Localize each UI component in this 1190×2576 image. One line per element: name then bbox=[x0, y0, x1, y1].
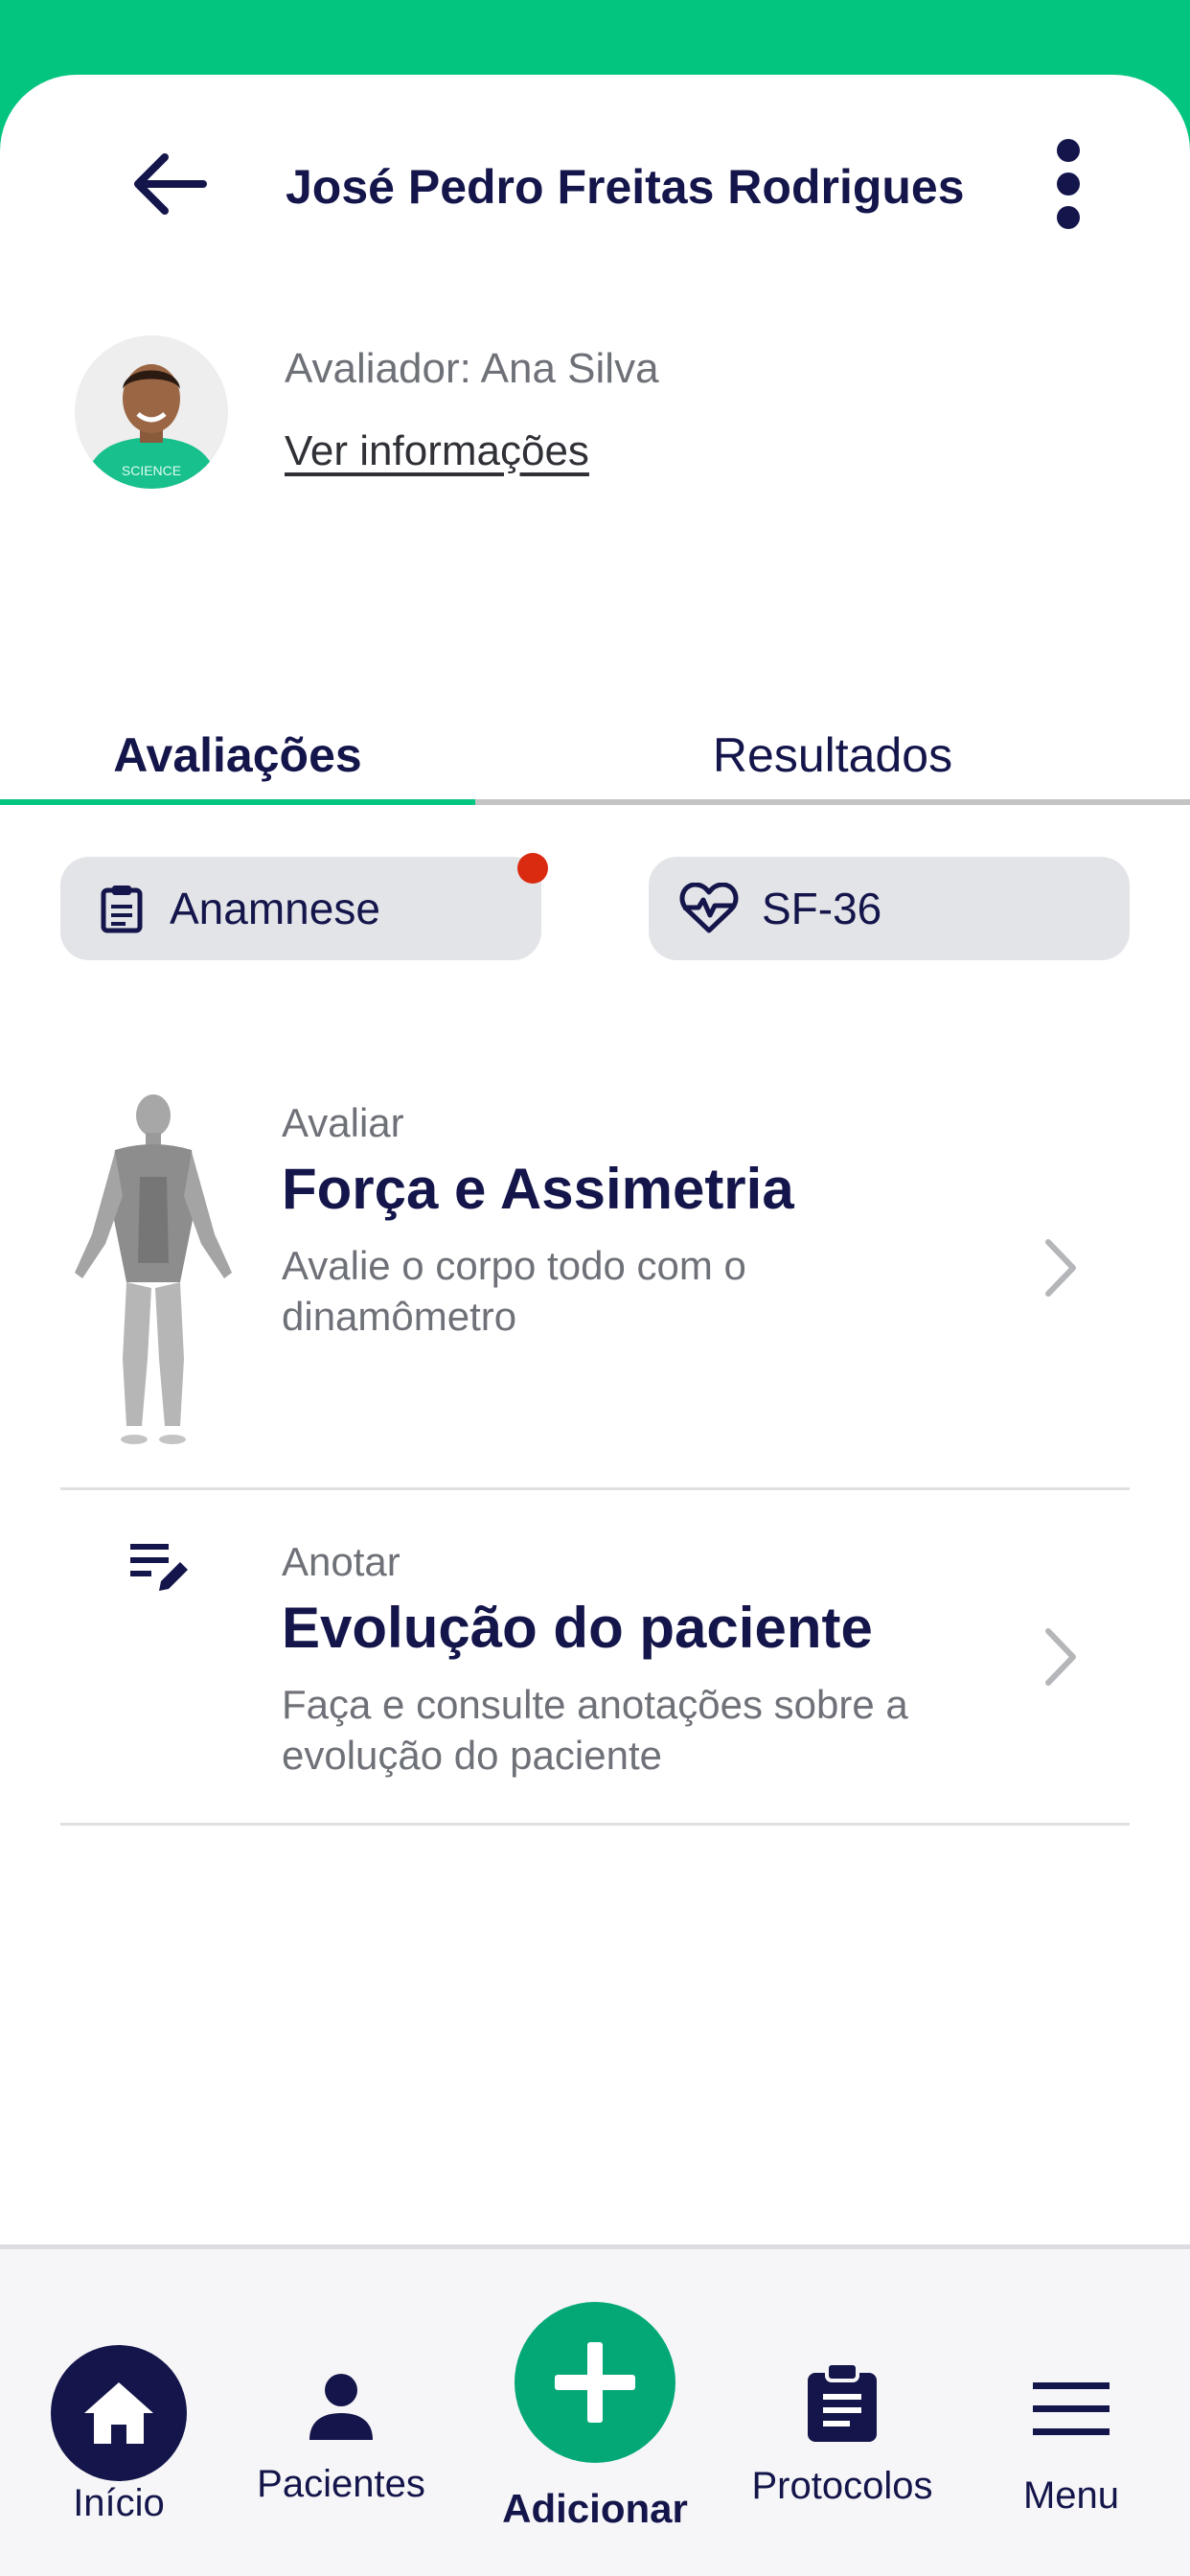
arrow-left-icon bbox=[134, 153, 207, 215]
more-options-button[interactable] bbox=[1044, 134, 1092, 234]
back-button[interactable] bbox=[125, 138, 213, 230]
svg-text:SCIENCE: SCIENCE bbox=[122, 463, 181, 478]
card-divider bbox=[60, 1487, 1130, 1490]
card-divider bbox=[60, 1823, 1130, 1826]
plus-icon bbox=[555, 2342, 635, 2423]
home-icon bbox=[84, 2382, 153, 2444]
nav-label: Pacientes bbox=[257, 2463, 425, 2505]
anamnese-chip[interactable]: Anamnese bbox=[60, 857, 541, 960]
card-description: Faça e consulte anotações sobre a evoluç… bbox=[282, 1682, 908, 1778]
tab-avaliacoes[interactable]: Avaliações bbox=[0, 709, 475, 801]
tab-resultados[interactable]: Resultados bbox=[475, 709, 1190, 801]
nav-label: Protocolos bbox=[751, 2465, 933, 2507]
chip-label: SF-36 bbox=[762, 884, 882, 933]
avatar: SCIENCE bbox=[75, 335, 228, 489]
menu-icon bbox=[1033, 2382, 1110, 2435]
evaluator-name: Avaliador: Ana Silva bbox=[285, 345, 659, 392]
nav-add-label-wrap[interactable]: Adicionar bbox=[490, 2486, 700, 2532]
body-muscles-icon bbox=[75, 1094, 232, 1444]
nav-protocols[interactable]: Protocolos bbox=[742, 2361, 943, 2508]
active-tab-indicator bbox=[0, 799, 475, 805]
chip-label: Anamnese bbox=[170, 884, 380, 933]
nav-home-button[interactable] bbox=[51, 2345, 187, 2481]
chevron-right-icon bbox=[1045, 1239, 1076, 1297]
tabs: Avaliações Resultados bbox=[0, 709, 1190, 807]
app-screen: José Pedro Freitas Rodrigues SCIENCE Ava… bbox=[0, 75, 1190, 2576]
card-kicker: Anotar bbox=[282, 1539, 400, 1584]
clipboard-icon bbox=[101, 886, 143, 933]
view-info-link[interactable]: Ver informações bbox=[285, 427, 589, 475]
more-vertical-icon bbox=[1057, 139, 1080, 229]
nav-add-button[interactable] bbox=[515, 2302, 675, 2463]
card-kicker: Avaliar bbox=[282, 1100, 404, 1145]
clipboard-list-icon bbox=[808, 2361, 877, 2442]
card-title: Força e Assimetria bbox=[282, 1157, 794, 1221]
notification-dot bbox=[517, 853, 548, 884]
nav-menu[interactable]: Menu bbox=[987, 2380, 1156, 2518]
nav-label: Início bbox=[73, 2482, 165, 2524]
card-title: Evolução do paciente bbox=[282, 1596, 873, 1660]
patient-name: José Pedro Freitas Rodrigues bbox=[286, 160, 965, 214]
notes-edit-icon bbox=[130, 1544, 188, 1591]
nav-label: Menu bbox=[1022, 2474, 1120, 2517]
nav-label: Adicionar bbox=[502, 2486, 688, 2531]
person-icon bbox=[309, 2374, 373, 2440]
heart-pulse-icon bbox=[679, 883, 739, 933]
sf36-chip[interactable]: SF-36 bbox=[649, 857, 1130, 960]
nav-home-label-wrap[interactable]: Início bbox=[33, 2482, 205, 2525]
card-description: Avalie o corpo todo com o dinamômetro bbox=[282, 1243, 746, 1339]
chevron-right-icon bbox=[1045, 1628, 1076, 1686]
nav-patients[interactable]: Pacientes bbox=[245, 2371, 437, 2506]
